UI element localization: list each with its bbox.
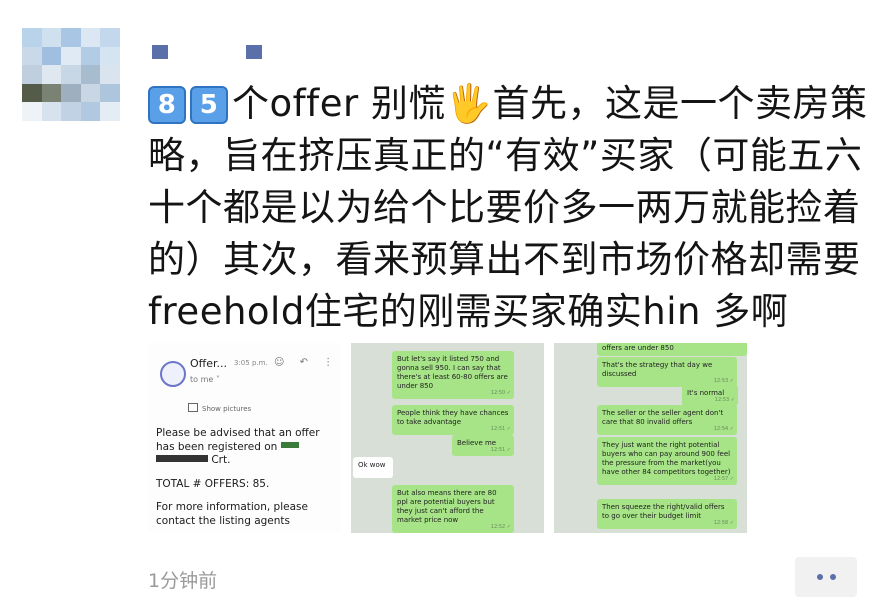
avatar-tile bbox=[100, 65, 120, 84]
avatar-tile bbox=[22, 46, 42, 66]
avatar-tile bbox=[80, 83, 101, 103]
chat-bubble: But let's say it listed 750 and gonna se… bbox=[392, 351, 514, 399]
email-sender: Offer... bbox=[190, 357, 228, 370]
post-text: 8 5 个offer 别慌🖐首先，这是一个卖房策略，旨在挤压真正的“有效”买家（可能… bbox=[148, 78, 868, 338]
image-thumbnail-email[interactable]: Offer... 3:05 p.m. to me ˅ ☺ ↶ ⋮ Show pi… bbox=[148, 343, 341, 533]
chat-bubble: offers are under 850 bbox=[597, 343, 747, 356]
avatar-tile bbox=[80, 102, 101, 121]
post-time: 1分钟前 bbox=[148, 570, 218, 592]
show-pictures: Show pictures bbox=[188, 403, 251, 413]
avatar-tile bbox=[41, 65, 62, 84]
avatar-tile bbox=[100, 102, 120, 121]
email-recipient: to me ˅ bbox=[190, 375, 220, 384]
avatar-tile bbox=[41, 83, 62, 103]
dot-icon bbox=[829, 574, 836, 580]
more-actions-button[interactable] bbox=[795, 557, 857, 597]
avatar-tile bbox=[61, 83, 81, 103]
keycap-8-icon: 8 bbox=[148, 86, 186, 124]
chat-bubble: People think they have chances to take a… bbox=[392, 405, 514, 435]
chat-bubble: Believe me 12:51 ✓ bbox=[452, 435, 514, 456]
avatar-tile bbox=[80, 65, 101, 84]
chat-bubble: Then squeeze the right/valid offers to g… bbox=[597, 499, 737, 529]
name-block bbox=[152, 45, 168, 59]
chat-bubble: The seller or the seller agent don't car… bbox=[597, 405, 737, 435]
avatar-tile bbox=[41, 28, 62, 47]
avatar-tile bbox=[22, 102, 42, 121]
avatar-tile bbox=[41, 102, 62, 121]
avatar-tile bbox=[100, 83, 120, 103]
total-offers: TOTAL # OFFERS: 85. bbox=[156, 477, 270, 490]
avatar-tile bbox=[61, 102, 81, 121]
avatar-tile bbox=[100, 46, 120, 66]
avatar-tile bbox=[61, 65, 81, 84]
chat-bubble: But also means there are 80 ppl are pote… bbox=[392, 485, 514, 533]
image-thumbnail-chat-2[interactable]: offers are under 850 That's the strategy… bbox=[554, 343, 747, 533]
dot-icon bbox=[816, 574, 823, 580]
avatar-tile bbox=[100, 28, 120, 47]
avatar-tile bbox=[80, 46, 101, 66]
email-body: Please be advised that an offer has been… bbox=[156, 427, 336, 533]
keycap-5-icon: 5 bbox=[190, 86, 228, 124]
name-block bbox=[246, 45, 262, 59]
chat-bubble: That's the strategy that day we discusse… bbox=[597, 357, 737, 387]
post-body: 个offer 别慌🖐首先，这是一个卖房策略，旨在挤压真正的“有效”买家（可能五六… bbox=[148, 82, 868, 333]
user-name[interactable] bbox=[152, 45, 262, 59]
avatar-tile bbox=[80, 28, 101, 47]
picture-icon bbox=[188, 403, 198, 412]
image-thumbnail-chat-1[interactable]: But let's say it listed 750 and gonna se… bbox=[351, 343, 544, 533]
avatar-tile bbox=[61, 46, 81, 66]
chat-bubble: It's normal 12:53 ✓ bbox=[682, 385, 738, 406]
avatar-tile bbox=[41, 46, 62, 66]
avatar-tile bbox=[22, 83, 42, 103]
avatar-tile bbox=[61, 28, 81, 47]
redaction bbox=[280, 441, 299, 448]
chat-bubble: They just want the right potential buyer… bbox=[597, 437, 737, 485]
sender-avatar-icon bbox=[160, 361, 186, 387]
avatar[interactable] bbox=[22, 28, 120, 121]
email-time: 3:05 p.m. bbox=[234, 359, 268, 367]
chat-bubble: Ok wow bbox=[353, 457, 393, 478]
redaction bbox=[156, 455, 208, 462]
avatar-tile bbox=[22, 28, 42, 47]
email-actions-icon: ☺ ↶ ⋮ bbox=[274, 357, 340, 368]
avatar-tile bbox=[22, 65, 42, 84]
